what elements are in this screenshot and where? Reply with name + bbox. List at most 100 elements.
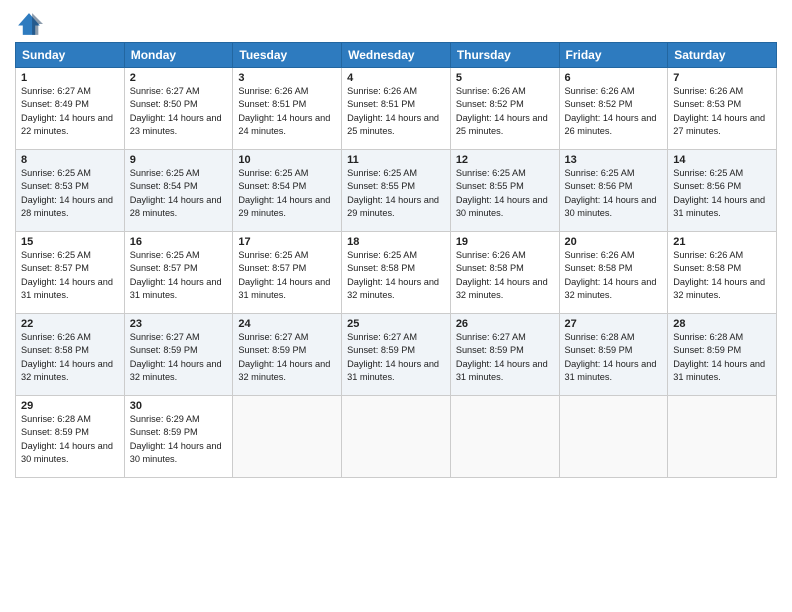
calendar-week-row: 29Sunrise: 6:28 AMSunset: 8:59 PMDayligh… [16,396,777,478]
calendar-cell: 9Sunrise: 6:25 AMSunset: 8:54 PMDaylight… [124,150,233,232]
day-number: 28 [673,318,771,330]
calendar-cell: 4Sunrise: 6:26 AMSunset: 8:51 PMDaylight… [342,68,451,150]
day-number: 2 [130,72,228,84]
day-info: Sunrise: 6:25 AMSunset: 8:57 PMDaylight:… [130,249,228,302]
calendar-cell: 16Sunrise: 6:25 AMSunset: 8:57 PMDayligh… [124,232,233,314]
calendar-cell: 14Sunrise: 6:25 AMSunset: 8:56 PMDayligh… [668,150,777,232]
day-info: Sunrise: 6:26 AMSunset: 8:53 PMDaylight:… [673,85,771,138]
calendar-cell: 11Sunrise: 6:25 AMSunset: 8:55 PMDayligh… [342,150,451,232]
day-number: 16 [130,236,228,248]
calendar-cell: 19Sunrise: 6:26 AMSunset: 8:58 PMDayligh… [450,232,559,314]
day-number: 6 [565,72,663,84]
calendar-cell: 7Sunrise: 6:26 AMSunset: 8:53 PMDaylight… [668,68,777,150]
day-number: 19 [456,236,554,248]
calendar-cell: 29Sunrise: 6:28 AMSunset: 8:59 PMDayligh… [16,396,125,478]
day-info: Sunrise: 6:27 AMSunset: 8:59 PMDaylight:… [456,331,554,384]
weekday-header: Wednesday [342,43,451,68]
day-info: Sunrise: 6:25 AMSunset: 8:56 PMDaylight:… [673,167,771,220]
day-number: 30 [130,400,228,412]
calendar-cell: 3Sunrise: 6:26 AMSunset: 8:51 PMDaylight… [233,68,342,150]
day-info: Sunrise: 6:26 AMSunset: 8:58 PMDaylight:… [673,249,771,302]
calendar-week-row: 22Sunrise: 6:26 AMSunset: 8:58 PMDayligh… [16,314,777,396]
day-info: Sunrise: 6:27 AMSunset: 8:49 PMDaylight:… [21,85,119,138]
day-info: Sunrise: 6:26 AMSunset: 8:52 PMDaylight:… [565,85,663,138]
logo [15,10,47,38]
day-info: Sunrise: 6:28 AMSunset: 8:59 PMDaylight:… [673,331,771,384]
day-info: Sunrise: 6:26 AMSunset: 8:58 PMDaylight:… [21,331,119,384]
day-info: Sunrise: 6:25 AMSunset: 8:55 PMDaylight:… [347,167,445,220]
day-number: 23 [130,318,228,330]
day-number: 27 [565,318,663,330]
weekday-header: Thursday [450,43,559,68]
day-number: 15 [21,236,119,248]
calendar-cell: 23Sunrise: 6:27 AMSunset: 8:59 PMDayligh… [124,314,233,396]
calendar-header-row: SundayMondayTuesdayWednesdayThursdayFrid… [16,43,777,68]
day-number: 11 [347,154,445,166]
calendar-cell: 25Sunrise: 6:27 AMSunset: 8:59 PMDayligh… [342,314,451,396]
day-number: 22 [21,318,119,330]
day-info: Sunrise: 6:25 AMSunset: 8:57 PMDaylight:… [21,249,119,302]
day-info: Sunrise: 6:28 AMSunset: 8:59 PMDaylight:… [565,331,663,384]
day-number: 29 [21,400,119,412]
day-number: 21 [673,236,771,248]
calendar-table: SundayMondayTuesdayWednesdayThursdayFrid… [15,42,777,478]
calendar-cell: 18Sunrise: 6:25 AMSunset: 8:58 PMDayligh… [342,232,451,314]
day-number: 26 [456,318,554,330]
page: SundayMondayTuesdayWednesdayThursdayFrid… [0,0,792,612]
day-number: 10 [238,154,336,166]
day-info: Sunrise: 6:27 AMSunset: 8:50 PMDaylight:… [130,85,228,138]
day-info: Sunrise: 6:26 AMSunset: 8:51 PMDaylight:… [238,85,336,138]
calendar-cell [668,396,777,478]
day-info: Sunrise: 6:29 AMSunset: 8:59 PMDaylight:… [130,413,228,466]
weekday-header: Friday [559,43,668,68]
day-info: Sunrise: 6:26 AMSunset: 8:52 PMDaylight:… [456,85,554,138]
calendar-week-row: 15Sunrise: 6:25 AMSunset: 8:57 PMDayligh… [16,232,777,314]
calendar-cell: 21Sunrise: 6:26 AMSunset: 8:58 PMDayligh… [668,232,777,314]
day-info: Sunrise: 6:27 AMSunset: 8:59 PMDaylight:… [130,331,228,384]
day-number: 12 [456,154,554,166]
day-number: 17 [238,236,336,248]
calendar-cell [233,396,342,478]
calendar-cell: 12Sunrise: 6:25 AMSunset: 8:55 PMDayligh… [450,150,559,232]
day-info: Sunrise: 6:27 AMSunset: 8:59 PMDaylight:… [238,331,336,384]
header [15,10,777,38]
calendar-cell: 24Sunrise: 6:27 AMSunset: 8:59 PMDayligh… [233,314,342,396]
day-info: Sunrise: 6:25 AMSunset: 8:57 PMDaylight:… [238,249,336,302]
day-number: 7 [673,72,771,84]
calendar-cell: 17Sunrise: 6:25 AMSunset: 8:57 PMDayligh… [233,232,342,314]
weekday-header: Tuesday [233,43,342,68]
day-info: Sunrise: 6:25 AMSunset: 8:58 PMDaylight:… [347,249,445,302]
day-number: 5 [456,72,554,84]
day-info: Sunrise: 6:25 AMSunset: 8:53 PMDaylight:… [21,167,119,220]
calendar-cell: 30Sunrise: 6:29 AMSunset: 8:59 PMDayligh… [124,396,233,478]
day-number: 18 [347,236,445,248]
weekday-header: Saturday [668,43,777,68]
day-info: Sunrise: 6:25 AMSunset: 8:56 PMDaylight:… [565,167,663,220]
day-number: 9 [130,154,228,166]
calendar-cell [559,396,668,478]
day-number: 4 [347,72,445,84]
weekday-header: Sunday [16,43,125,68]
calendar-cell: 5Sunrise: 6:26 AMSunset: 8:52 PMDaylight… [450,68,559,150]
day-info: Sunrise: 6:26 AMSunset: 8:58 PMDaylight:… [456,249,554,302]
calendar-cell: 2Sunrise: 6:27 AMSunset: 8:50 PMDaylight… [124,68,233,150]
calendar-cell: 15Sunrise: 6:25 AMSunset: 8:57 PMDayligh… [16,232,125,314]
day-number: 24 [238,318,336,330]
day-info: Sunrise: 6:25 AMSunset: 8:54 PMDaylight:… [238,167,336,220]
day-number: 13 [565,154,663,166]
calendar-cell: 28Sunrise: 6:28 AMSunset: 8:59 PMDayligh… [668,314,777,396]
calendar-cell: 22Sunrise: 6:26 AMSunset: 8:58 PMDayligh… [16,314,125,396]
day-number: 1 [21,72,119,84]
day-number: 25 [347,318,445,330]
calendar-cell: 10Sunrise: 6:25 AMSunset: 8:54 PMDayligh… [233,150,342,232]
calendar-cell: 20Sunrise: 6:26 AMSunset: 8:58 PMDayligh… [559,232,668,314]
logo-icon [15,10,43,38]
calendar-cell [450,396,559,478]
day-info: Sunrise: 6:25 AMSunset: 8:55 PMDaylight:… [456,167,554,220]
day-number: 14 [673,154,771,166]
calendar-cell: 13Sunrise: 6:25 AMSunset: 8:56 PMDayligh… [559,150,668,232]
calendar-week-row: 1Sunrise: 6:27 AMSunset: 8:49 PMDaylight… [16,68,777,150]
day-number: 3 [238,72,336,84]
calendar-cell: 6Sunrise: 6:26 AMSunset: 8:52 PMDaylight… [559,68,668,150]
weekday-header: Monday [124,43,233,68]
